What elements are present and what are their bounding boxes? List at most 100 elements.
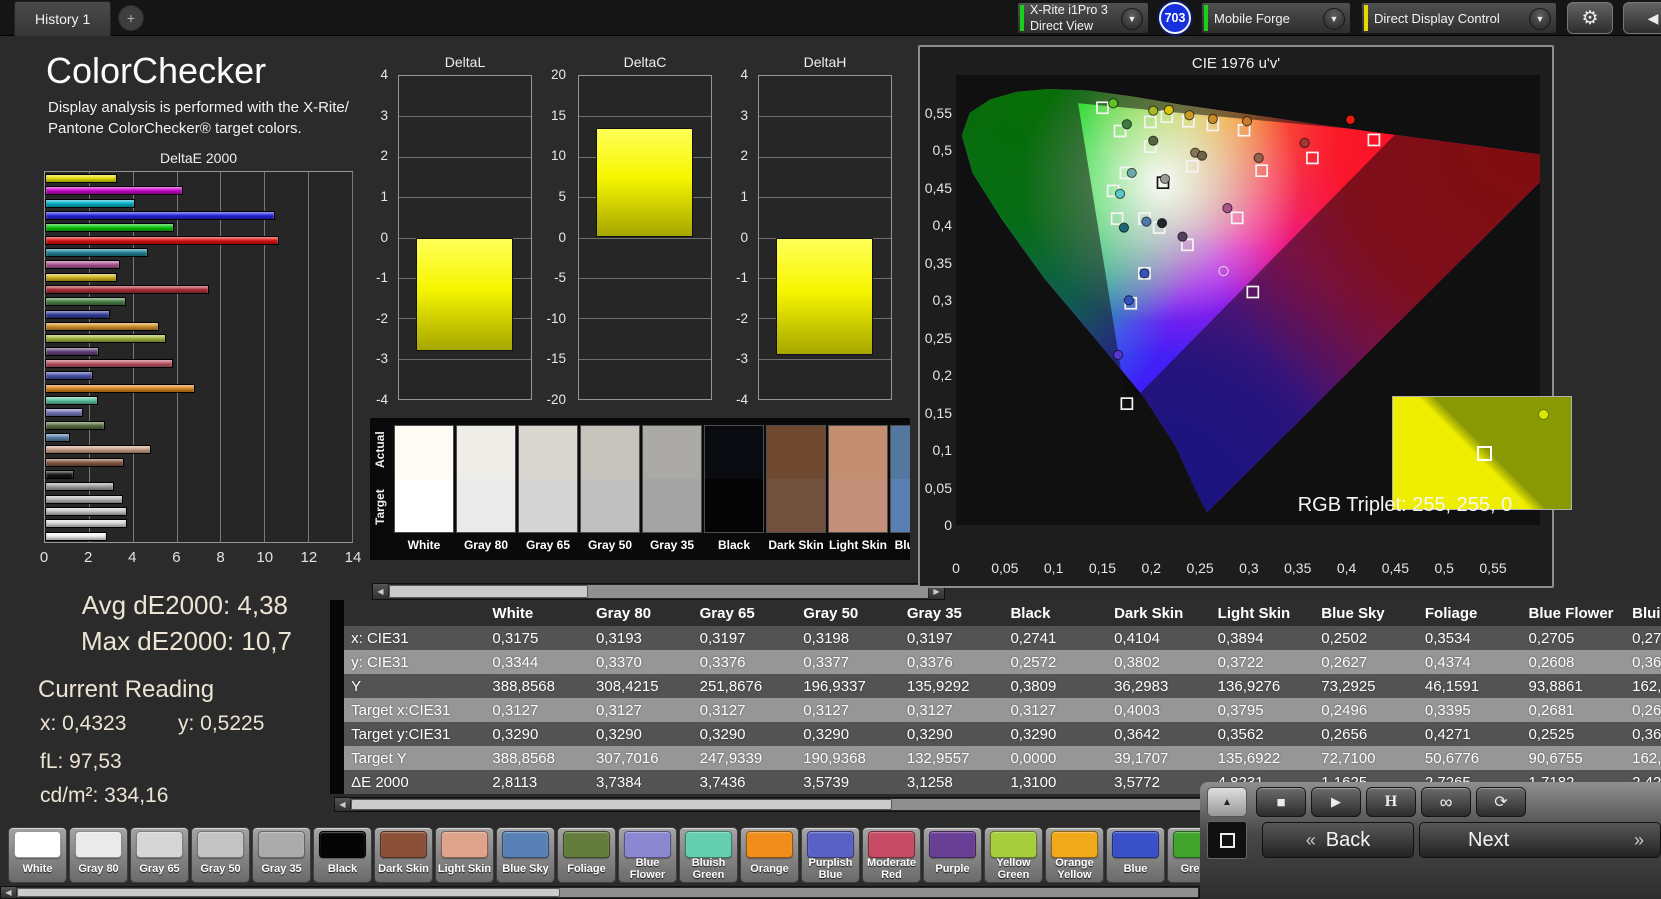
pattern-window-button[interactable]: [1207, 821, 1247, 859]
pattern-button-dark-skin[interactable]: Dark Skin: [374, 827, 433, 883]
patch-target-color: [519, 479, 577, 532]
patch-target-color: [767, 479, 825, 532]
pattern-label: Black: [328, 858, 357, 882]
add-tab-button[interactable]: +: [118, 5, 144, 31]
tab-history-1[interactable]: History 1: [14, 1, 111, 36]
deltah-chart: [758, 75, 892, 400]
table-cell: 162,8260: [1625, 746, 1661, 770]
pattern-button-orange[interactable]: Orange: [740, 827, 799, 883]
patch-label: Black: [704, 538, 764, 552]
row-label: Y: [344, 674, 485, 698]
pattern-button-gray-65[interactable]: Gray 65: [130, 827, 189, 883]
collapse-button[interactable]: ◀: [1623, 2, 1661, 34]
patch-swatch: [828, 425, 888, 533]
scrollbar-thumb[interactable]: [389, 585, 588, 598]
scrollbar-track[interactable]: [17, 888, 1198, 897]
axis-tick-label: 3: [358, 108, 388, 123]
h-button[interactable]: H: [1366, 787, 1416, 817]
pattern-button-black[interactable]: Black: [313, 827, 372, 883]
pattern-swatch: [868, 831, 915, 858]
pattern-button-purplish-blue[interactable]: Purplish Blue: [801, 827, 860, 883]
cie-measured-point: [1208, 114, 1217, 123]
back-button[interactable]: « Back: [1262, 822, 1414, 858]
play-button[interactable]: ▶: [1311, 787, 1361, 817]
cie-measured-point: [1346, 115, 1355, 124]
scroll-left-button[interactable]: ◀: [335, 798, 350, 811]
scrollbar-thumb[interactable]: [17, 888, 560, 897]
left-arrow-icon: ◀: [377, 587, 383, 596]
table-cell: 93,8861: [1522, 674, 1626, 698]
gridline: [759, 197, 891, 198]
axis-tick-label: 0,15: [1080, 560, 1124, 576]
display-control-dropdown[interactable]: Direct Display Control ▼: [1361, 2, 1557, 34]
patch-actual-color: [581, 426, 639, 479]
link-button[interactable]: ∞: [1421, 787, 1471, 817]
patch-actual-color: [643, 426, 701, 479]
gridline: [579, 359, 711, 360]
meter-dropdown[interactable]: X-Rite i1Pro 3Direct View ▼: [1017, 2, 1149, 34]
pattern-button-blue-flower[interactable]: Blue Flower: [618, 827, 677, 883]
deltae-bar-gray-65: [45, 507, 127, 516]
reading-cdm2: cd/m²: 334,16: [40, 784, 168, 808]
pattern-button-orange-yellow[interactable]: Orange Yellow: [1045, 827, 1104, 883]
stop-button[interactable]: ■: [1256, 787, 1306, 817]
source-dropdown[interactable]: Mobile Forge ▼: [1201, 2, 1351, 34]
pattern-label: Yellow Green: [996, 858, 1030, 882]
pattern-button-purple[interactable]: Purple: [923, 827, 982, 883]
table-cell: 196,9337: [796, 674, 900, 698]
pattern-button-moderate-red[interactable]: Moderate Red: [862, 827, 921, 883]
pattern-button-gray-80[interactable]: Gray 80: [69, 827, 128, 883]
deltae-bar-gray-50: [45, 495, 123, 504]
pattern-button-blue[interactable]: Blue: [1106, 827, 1165, 883]
deltae-bar-red-sat: [45, 236, 279, 245]
patch-swatch: [890, 425, 910, 533]
pattern-button-bluish-green[interactable]: Bluish Green: [679, 827, 738, 883]
pattern-window-icon: [1220, 833, 1235, 848]
table-cell: 0,3376: [900, 650, 1004, 674]
scroll-left-button[interactable]: ◀: [373, 584, 388, 599]
settings-button[interactable]: ⚙: [1567, 2, 1613, 34]
meter-label: X-Rite i1Pro 3Direct View: [1030, 2, 1108, 35]
column-header-bluish-green: Bluish Green: [1625, 600, 1661, 626]
pattern-button-white[interactable]: White: [8, 827, 67, 883]
gridline: [177, 172, 178, 542]
up-button[interactable]: ▲: [1207, 787, 1247, 817]
pattern-label: Foliage: [567, 858, 606, 882]
axis-tick-label: 0: [536, 230, 566, 245]
avg-de2000: Avg dE2000: 4,38: [20, 590, 288, 621]
patch-target-color: [581, 479, 639, 532]
scrollbar-track[interactable]: [389, 585, 928, 598]
column-header-foliage: Foliage: [1418, 600, 1522, 626]
column-header-light-skin: Light Skin: [1211, 600, 1315, 626]
gridline: [352, 172, 353, 542]
deltae-bar-blue-sky: [45, 433, 70, 442]
pattern-swatch: [1112, 831, 1159, 858]
scroll-left-button[interactable]: ◀: [1, 887, 16, 898]
pattern-button-light-skin[interactable]: Light Skin: [435, 827, 494, 883]
pattern-button-gray-50[interactable]: Gray 50: [191, 827, 250, 883]
pattern-scrollbar[interactable]: ◀: [0, 886, 1200, 899]
gridline: [399, 157, 531, 158]
axis-tick-label: 0,5: [922, 142, 952, 158]
strip-scrollbar[interactable]: ◀ ▶: [372, 583, 945, 600]
table-cell: 0,4374: [1418, 650, 1522, 674]
pattern-button-yellow-green[interactable]: Yellow Green: [984, 827, 1043, 883]
deltae2000-x-axis: 02468101214: [44, 549, 353, 567]
next-button[interactable]: Next »: [1419, 822, 1661, 858]
pattern-button-foliage[interactable]: Foliage: [557, 827, 616, 883]
deltae-bar-green-sat: [45, 223, 174, 232]
deltal-chart: [398, 75, 532, 400]
pattern-button-gray-35[interactable]: Gray 35: [252, 827, 311, 883]
deltac-bar: [596, 128, 692, 237]
row-label: Target x:CIE31: [344, 698, 485, 722]
table-cell: 3,5772: [1107, 770, 1211, 794]
table-cell: 0,3562: [1211, 722, 1315, 746]
patch-white: White: [394, 425, 454, 552]
axis-tick-label: 4: [718, 67, 748, 82]
refresh-button[interactable]: ⟳: [1476, 787, 1526, 817]
pattern-button-blue-sky[interactable]: Blue Sky: [496, 827, 555, 883]
column-header-blue-sky: Blue Sky: [1314, 600, 1418, 626]
table-cell: 0,2656: [1314, 722, 1418, 746]
scrollbar-thumb[interactable]: [351, 799, 892, 810]
patch-swatch: [704, 425, 764, 533]
